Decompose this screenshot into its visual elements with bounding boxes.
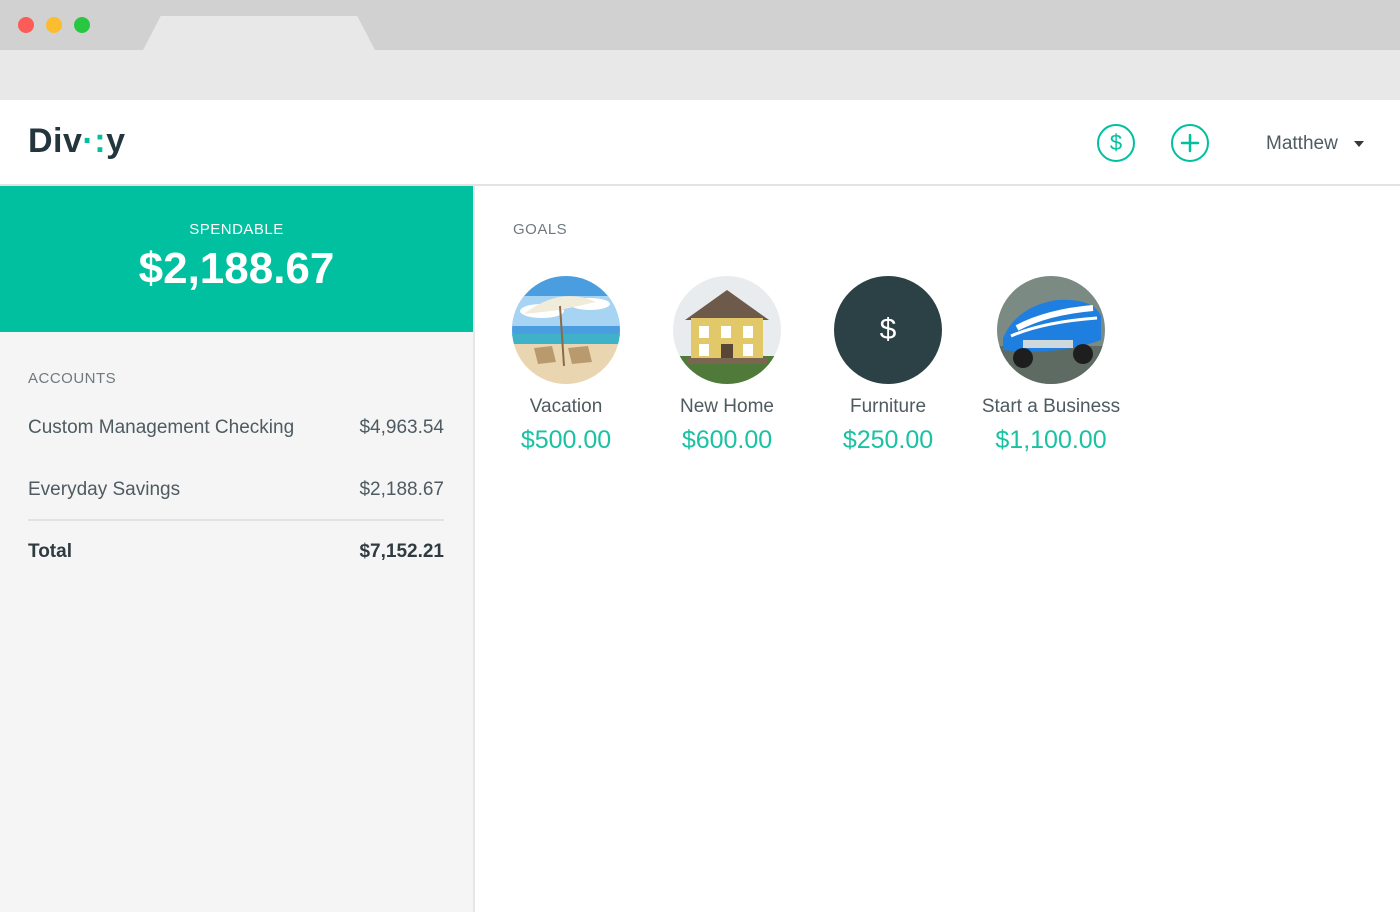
account-amount: $2,188.67 [359,479,444,500]
account-row-savings[interactable]: Everyday Savings $2,188.67 [28,479,444,501]
spendable-amount: $2,188.67 [138,244,335,293]
goal-vacation[interactable]: Vacation $500.00 [486,276,646,455]
goal-start-business[interactable]: Start a Business $1,100.00 [971,276,1131,455]
beach-image [512,276,620,384]
total-amount: $7,152.21 [359,541,444,562]
house-image [673,276,781,384]
dollar-sign-icon: $ [834,276,942,384]
accounts-section: ACCOUNTS Custom Management Checking $4,9… [0,332,473,563]
account-name: Custom Management Checking [28,417,295,438]
logo-text-start: Div [28,122,83,160]
goal-furniture[interactable]: $ Furniture $250.00 [808,276,968,455]
goal-amount: $250.00 [842,426,934,454]
minimize-window-button[interactable] [46,17,62,33]
chevron-down-icon [1353,141,1364,147]
goal-name: Furniture [849,396,927,417]
browser-tab[interactable] [142,16,376,52]
user-menu[interactable]: Matthew [1266,133,1364,155]
goal-name: Start a Business [981,396,1121,417]
account-row-checking[interactable]: Custom Management Checking $4,963.54 [28,417,444,439]
account-name: Everyday Savings [28,479,181,500]
maximize-window-button[interactable] [74,17,90,33]
close-window-button[interactable] [18,17,34,33]
divvy-logo[interactable]: Div·:y [28,122,126,161]
goal-amount: $600.00 [681,426,773,454]
accounts-divider [28,519,444,521]
goal-name: Vacation [529,396,603,417]
dollar-glyph: $ [879,313,897,346]
spendable-panel: SPENDABLE $2,188.67 [0,186,473,332]
app-header: Div·:y $ Matthew [0,100,1400,186]
logo-text-end: y [106,122,126,160]
browser-titlebar [0,0,1400,52]
car-image [997,276,1105,384]
plus-circle-icon [1180,133,1200,153]
accounts-total-row: Total $7,152.21 [28,541,444,563]
goal-amount: $1,100.00 [995,426,1107,454]
dollar-circle-icon: $ [1109,130,1123,155]
add-money-button[interactable]: $ [1097,124,1135,162]
accounts-label: ACCOUNTS [28,370,117,387]
goal-name: New Home [680,396,774,417]
goal-new-home[interactable]: New Home $600.00 [647,276,807,455]
user-name: Matthew [1266,133,1338,154]
total-label: Total [28,541,72,562]
goal-amount: $500.00 [520,426,612,454]
spendable-label: SPENDABLE [189,221,284,238]
goals-label: GOALS [513,221,568,238]
logo-dots: ·: [82,122,107,160]
add-goal-button[interactable] [1171,124,1209,162]
browser-toolbar [0,50,1400,100]
account-amount: $4,963.54 [359,417,444,438]
sidebar: SPENDABLE $2,188.67 ACCOUNTS Custom Mana… [0,186,475,912]
